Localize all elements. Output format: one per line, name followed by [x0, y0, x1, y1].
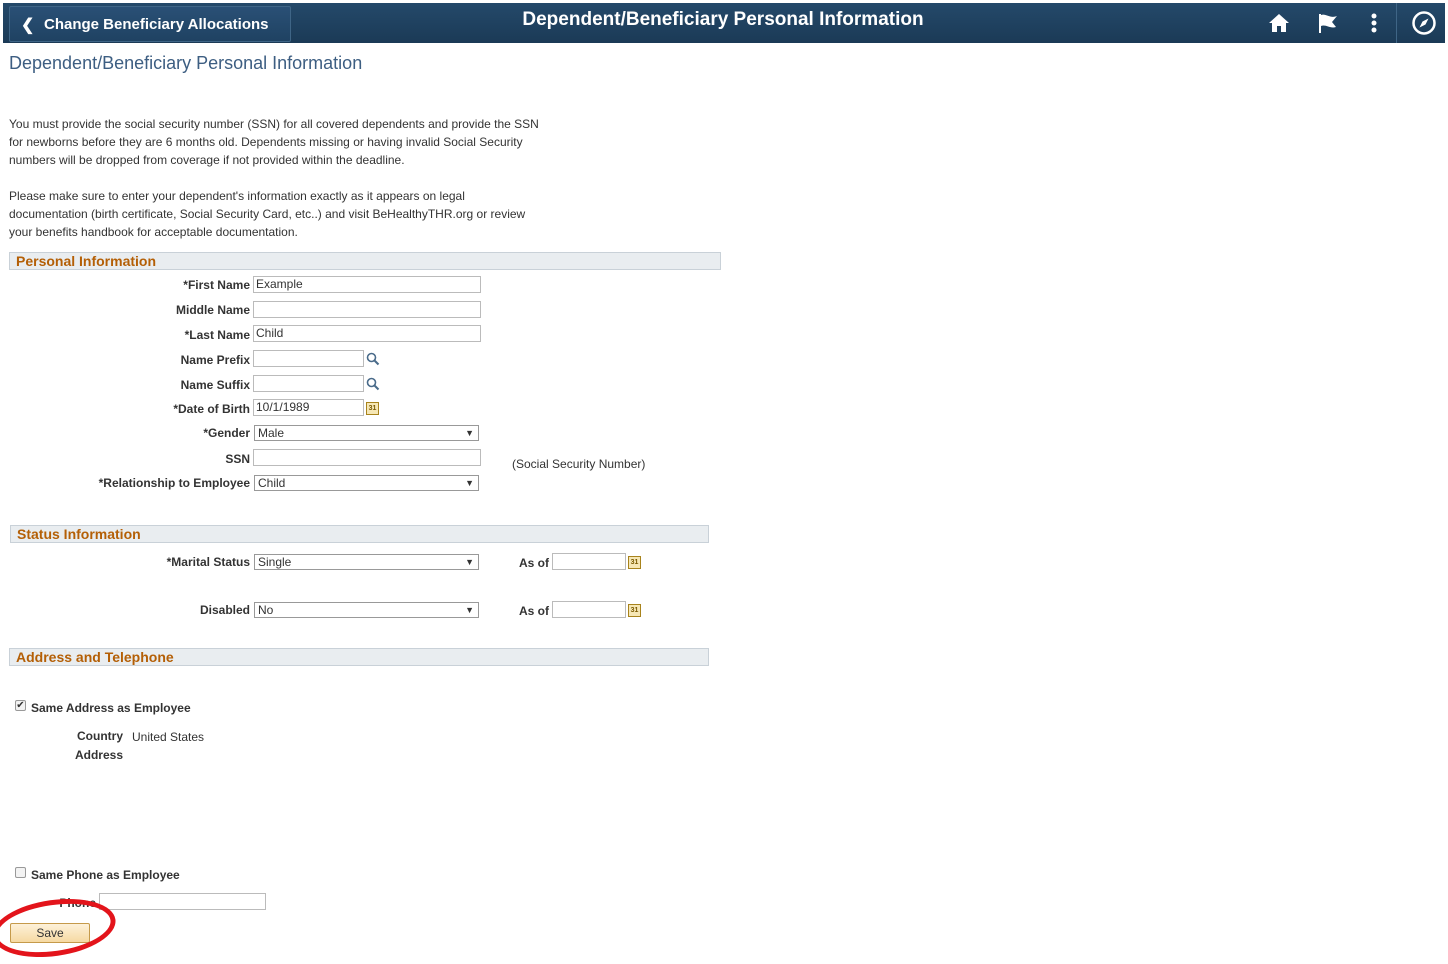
more-vert-icon[interactable]	[1360, 9, 1388, 37]
search-icon[interactable]	[366, 352, 380, 366]
calendar-icon[interactable]: 31	[628, 556, 641, 569]
phone-input[interactable]	[99, 893, 266, 910]
middle-name-label: Middle Name	[175, 303, 250, 317]
last-name-input[interactable]: Child	[253, 325, 481, 342]
country-value: United States	[132, 730, 205, 744]
middle-name-input[interactable]	[253, 301, 481, 318]
documentation-instructions: Please make sure to enter your dependent…	[9, 187, 569, 241]
same-address-label: Same Address as Employee	[31, 701, 191, 715]
name-suffix-label: Name Suffix	[180, 378, 250, 392]
top-bar: ❮ Change Beneficiary Allocations Depende…	[3, 3, 1445, 43]
dropdown-arrow-icon: ▼	[465, 605, 474, 615]
section-header-personal: Personal Information	[9, 252, 721, 270]
ssn-note: (Social Security Number)	[512, 457, 646, 471]
app-title: Dependent/Beneficiary Personal Informati…	[522, 9, 924, 30]
gender-label: *Gender	[203, 426, 250, 440]
name-prefix-label: Name Prefix	[180, 353, 250, 367]
calendar-icon[interactable]: 31	[628, 604, 641, 617]
text-line: your benefits handbook for acceptable do…	[9, 225, 298, 239]
divider	[1396, 3, 1397, 43]
text-line: documentation (birth certificate, Social…	[9, 207, 526, 221]
disabled-as-of-input[interactable]	[552, 601, 626, 618]
ssn-input[interactable]	[253, 449, 481, 466]
first-name-input[interactable]: Example	[253, 276, 481, 293]
last-name-label: *Last Name	[184, 328, 250, 342]
disabled-select[interactable]: No ▼	[254, 602, 479, 618]
back-button[interactable]: ❮ Change Beneficiary Allocations	[9, 6, 291, 42]
dropdown-arrow-icon: ▼	[465, 478, 474, 488]
marital-status-label: *Marital Status	[166, 555, 250, 569]
marital-as-of-label: As of	[519, 556, 549, 570]
chevron-left-icon: ❮	[21, 17, 35, 34]
page-title: Dependent/Beneficiary Personal Informati…	[9, 53, 363, 73]
marital-as-of-input[interactable]	[552, 553, 626, 570]
marital-status-select-value: Single	[258, 555, 292, 569]
gender-select[interactable]: Male ▼	[254, 425, 479, 441]
compass-icon[interactable]	[1410, 9, 1438, 37]
disabled-label: Disabled	[199, 603, 250, 617]
relationship-select[interactable]: Child ▼	[254, 475, 479, 491]
date-of-birth-label: *Date of Birth	[173, 402, 250, 416]
relationship-label: *Relationship to Employee	[98, 476, 250, 490]
disabled-select-value: No	[258, 603, 274, 617]
text-line: for newborns before they are 6 months ol…	[9, 135, 523, 149]
name-prefix-input[interactable]	[253, 350, 364, 367]
date-of-birth-input[interactable]: 10/1/1989	[253, 399, 364, 416]
dropdown-arrow-icon: ▼	[465, 428, 474, 438]
marital-status-select[interactable]: Single ▼	[254, 554, 479, 570]
address-label: Address	[74, 748, 123, 762]
text-line: numbers will be dropped from coverage if…	[9, 153, 405, 167]
same-address-checkbox[interactable]: ✔	[15, 700, 26, 711]
same-phone-label: Same Phone as Employee	[31, 868, 180, 882]
relationship-select-value: Child	[258, 476, 286, 490]
section-header-address: Address and Telephone	[9, 648, 709, 666]
ssn-instructions: You must provide the social security num…	[9, 115, 569, 169]
text-line: Please make sure to enter your dependent…	[9, 189, 465, 203]
dropdown-arrow-icon: ▼	[465, 557, 474, 567]
section-header-status: Status Information	[10, 525, 709, 543]
country-label: Country	[77, 729, 123, 743]
first-name-label: *First Name	[183, 278, 250, 292]
home-icon[interactable]	[1265, 9, 1293, 37]
text-line: You must provide the social security num…	[9, 117, 539, 131]
calendar-icon[interactable]: 31	[366, 402, 379, 415]
flag-icon[interactable]	[1313, 9, 1341, 37]
name-suffix-input[interactable]	[253, 375, 364, 392]
disabled-as-of-label: As of	[519, 604, 549, 618]
ssn-label: SSN	[225, 452, 250, 466]
gender-select-value: Male	[258, 426, 285, 440]
back-button-label: Change Beneficiary Allocations	[44, 16, 269, 33]
same-phone-checkbox[interactable]	[15, 867, 26, 878]
search-icon[interactable]	[366, 377, 380, 391]
